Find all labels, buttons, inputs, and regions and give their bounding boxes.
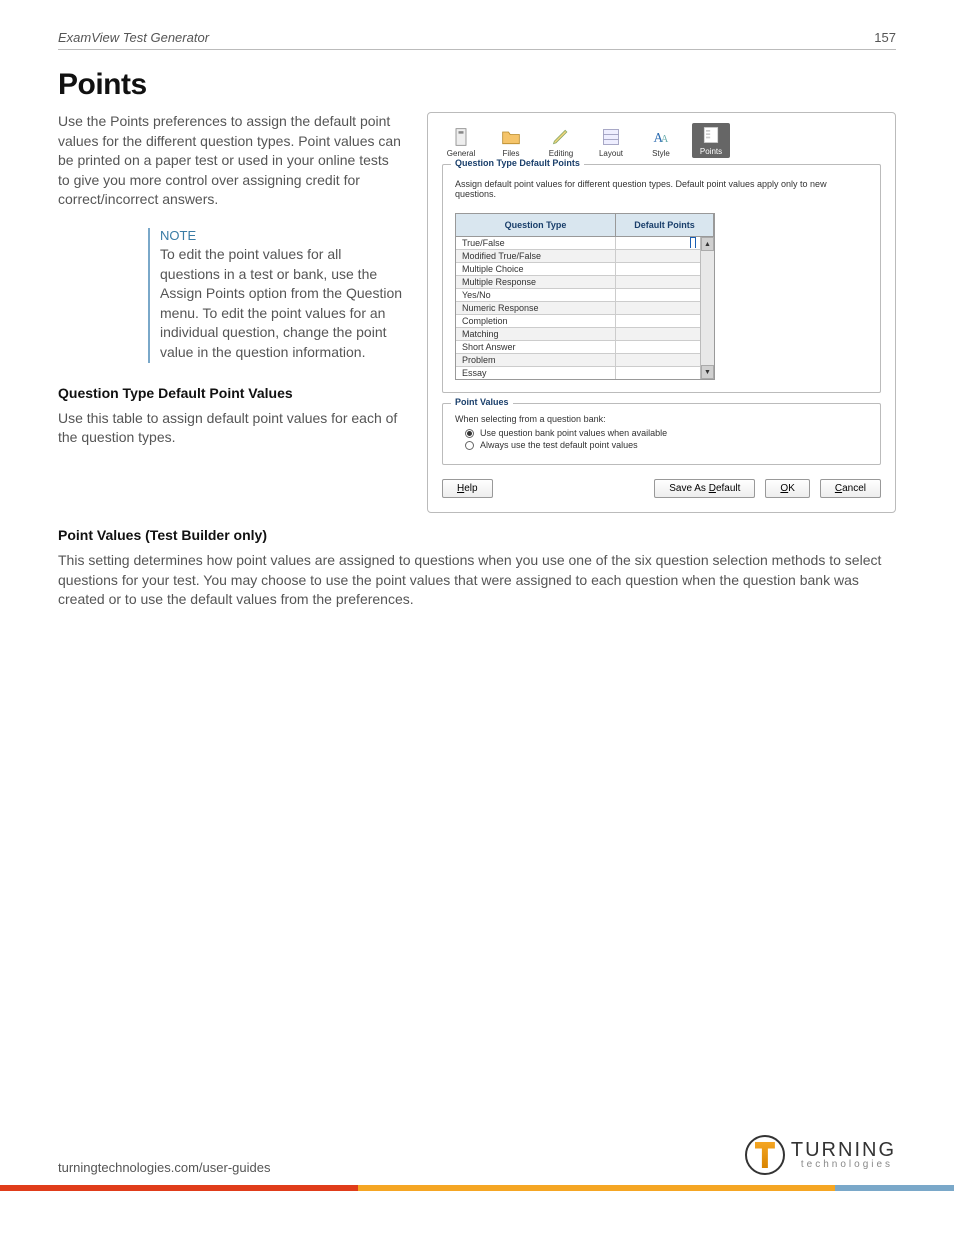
radio-use-bank[interactable]: Use question bank point values when avai…	[465, 428, 868, 438]
cell-type: Multiple Choice	[456, 263, 616, 275]
dialog-button-row: Help Save As Default OK Cancel	[442, 479, 881, 498]
table-row[interactable]: Multiple Response1	[456, 276, 714, 289]
tab-label: Files	[503, 149, 520, 158]
col-default-points: Default Points	[616, 214, 714, 236]
page-title: Points	[58, 68, 896, 102]
section-pv-body: This setting determines how point values…	[58, 551, 896, 610]
text-cursor-icon	[690, 237, 696, 248]
table-row[interactable]: Modified True/False1	[456, 250, 714, 263]
cell-type: Short Answer	[456, 341, 616, 353]
col-question-type: Question Type	[456, 214, 616, 236]
tab-general[interactable]: General	[442, 127, 480, 158]
fieldset-default-points: Question Type Default Points Assign defa…	[442, 164, 881, 393]
cancel-button[interactable]: Cancel	[820, 479, 881, 498]
page-footer: turningtechnologies.com/user-guides TURN…	[58, 1135, 896, 1175]
radio-icon	[465, 429, 474, 438]
note-label: NOTE	[160, 228, 403, 243]
footer-url: turningtechnologies.com/user-guides	[58, 1160, 270, 1175]
section-qtdpv-body: Use this table to assign default point v…	[58, 409, 403, 448]
tab-points[interactable]: Points	[692, 123, 730, 158]
tab-label: General	[447, 149, 475, 158]
cell-type: True/False	[456, 237, 616, 249]
prefs-tabs: General Files Editing Layout	[442, 123, 881, 158]
page-header: ExamView Test Generator 157	[58, 30, 896, 50]
page-number: 157	[874, 30, 896, 45]
fieldset-legend: Question Type Default Points	[451, 158, 584, 168]
cell-type: Modified True/False	[456, 250, 616, 262]
ok-button[interactable]: OK	[765, 479, 809, 498]
tab-label: Layout	[599, 149, 623, 158]
tab-editing[interactable]: Editing	[542, 127, 580, 158]
logo-main-text: TURNING	[791, 1140, 896, 1160]
svg-text:A: A	[661, 134, 669, 145]
slider-icon	[450, 127, 472, 147]
tab-layout[interactable]: Layout	[592, 127, 630, 158]
table-row[interactable]: Short Answer1	[456, 341, 714, 354]
table-row[interactable]: True/False 1	[456, 237, 714, 250]
layout-icon	[600, 127, 622, 147]
logo-sub-text: technologies	[801, 1160, 896, 1170]
preferences-dialog: General Files Editing Layout	[427, 112, 896, 513]
table-row[interactable]: Matching1	[456, 328, 714, 341]
cell-type: Yes/No	[456, 289, 616, 301]
table-row[interactable]: Yes/No1	[456, 289, 714, 302]
radio-label: Use question bank point values when avai…	[480, 428, 667, 438]
intro-paragraph: Use the Points preferences to assign the…	[58, 112, 403, 210]
note-block: NOTE To edit the point values for all qu…	[148, 228, 403, 363]
section-qtdpv-title: Question Type Default Point Values	[58, 385, 403, 401]
pv-intro: When selecting from a question bank:	[455, 414, 868, 424]
scroll-up-icon[interactable]: ▲	[701, 237, 714, 251]
cell-type: Numeric Response	[456, 302, 616, 314]
tab-style[interactable]: AA Style	[642, 127, 680, 158]
cell-type: Problem	[456, 354, 616, 366]
table-row[interactable]: Multiple Choice1	[456, 263, 714, 276]
table-row[interactable]: Completion1	[456, 315, 714, 328]
scroll-down-icon[interactable]: ▼	[701, 365, 714, 379]
cell-type: Completion	[456, 315, 616, 327]
points-icon	[700, 125, 722, 145]
note-body: To edit the point values for all questio…	[160, 245, 403, 363]
table-header: Question Type Default Points	[456, 214, 714, 237]
table-scrollbar[interactable]: ▲ ▼	[700, 237, 714, 379]
points-table: Question Type Default Points True/False …	[455, 213, 715, 380]
radio-icon	[465, 441, 474, 450]
footer-color-bar	[0, 1185, 954, 1191]
tab-files[interactable]: Files	[492, 127, 530, 158]
fieldset-description: Assign default point values for differen…	[455, 179, 868, 199]
folder-icon	[500, 127, 522, 147]
table-row[interactable]: Numeric Response1	[456, 302, 714, 315]
tab-label: Style	[652, 149, 670, 158]
radio-use-default[interactable]: Always use the test default point values	[465, 440, 868, 450]
cell-type: Multiple Response	[456, 276, 616, 288]
fieldset-legend: Point Values	[451, 397, 513, 407]
turning-logo-icon	[745, 1135, 785, 1175]
table-row[interactable]: Essay1	[456, 367, 714, 379]
tab-label: Points	[700, 147, 722, 156]
table-body: True/False 1 Modified True/False1 Multip…	[456, 237, 714, 379]
turning-logo: TURNING technologies	[745, 1135, 896, 1175]
cell-type: Matching	[456, 328, 616, 340]
section-pv-title: Point Values (Test Builder only)	[58, 527, 896, 543]
table-row[interactable]: Problem1	[456, 354, 714, 367]
save-default-button[interactable]: Save As Default	[654, 479, 755, 498]
style-icon: AA	[650, 127, 672, 147]
radio-label: Always use the test default point values	[480, 440, 638, 450]
tab-label: Editing	[549, 149, 573, 158]
cell-type: Essay	[456, 367, 616, 379]
fieldset-point-values: Point Values When selecting from a quest…	[442, 403, 881, 465]
product-name: ExamView Test Generator	[58, 30, 209, 45]
help-button[interactable]: Help	[442, 479, 493, 498]
pencil-icon	[550, 127, 572, 147]
